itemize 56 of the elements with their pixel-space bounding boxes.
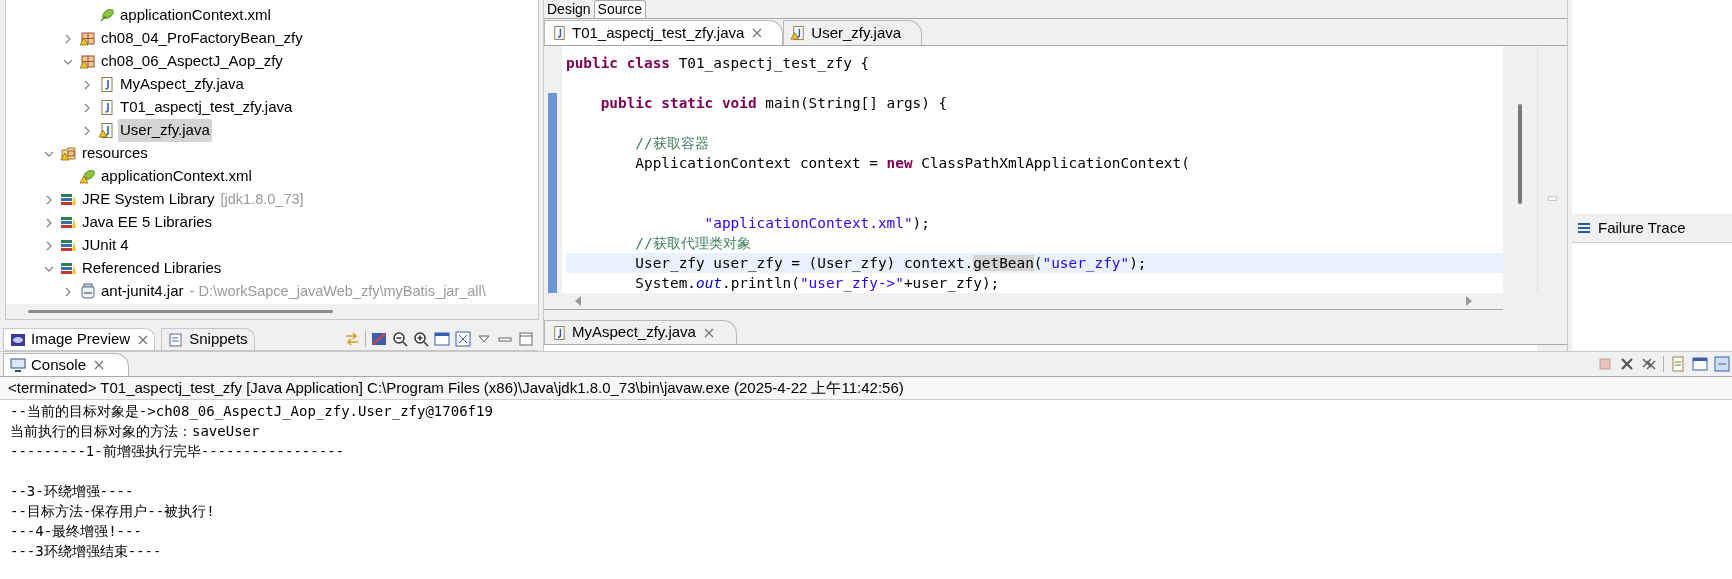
mode-tab[interactable]: Design xyxy=(544,1,594,18)
scroll-right-icon[interactable] xyxy=(1465,296,1473,306)
code-line: public class T01_aspectj_test_zfy { xyxy=(566,55,870,71)
console-output-line: --当前的目标对象是->ch08_06_AspectJ_Aop_zfy.User_zfy@1706f19 xyxy=(10,403,493,419)
close-tab-icon[interactable] xyxy=(752,28,763,38)
range-indicator xyxy=(548,273,557,293)
console-output-line: 当前执行的目标对象的方法：saveUser xyxy=(10,423,260,439)
console-output-line: ---4-最终增强!--- xyxy=(10,523,142,539)
list-icon xyxy=(1577,222,1591,234)
zoom-in-icon[interactable] xyxy=(413,331,429,347)
scrollbar-thumb[interactable] xyxy=(28,310,333,313)
maximize-icon[interactable] xyxy=(518,331,534,347)
tree-item[interactable]: User_zfy.java xyxy=(118,119,212,142)
scrollbar-thumb[interactable] xyxy=(1518,104,1522,204)
code-line: //获取代理类对象 xyxy=(634,235,751,251)
code-line: System.out.println("user_zfy->"+user_zfy); xyxy=(634,275,1000,291)
console-tab[interactable]: Console xyxy=(3,353,130,376)
swap-arrows-icon[interactable] xyxy=(344,331,360,347)
code-line: public static void main(String[] args) { xyxy=(599,95,948,111)
editor-tab[interactable]: MyAspect_zfy.java xyxy=(544,320,737,344)
ruler-marker[interactable] xyxy=(1548,196,1557,201)
document-icon[interactable] xyxy=(1670,356,1686,372)
remove-icon[interactable] xyxy=(1619,356,1635,372)
console-status: <terminated> T01_aspectj_test_zfy [Java Application] C:\Program Files (x86)\Java\jdk1.8.0_73\bin\javaw.exe (2025-4-22 上午11:42:56) xyxy=(8,377,904,398)
zoom-out-icon[interactable] xyxy=(392,331,408,347)
console-output-line: --3-环绕增强---- xyxy=(10,483,134,499)
snippets-icon xyxy=(168,332,185,347)
close-tab-icon[interactable] xyxy=(703,327,714,338)
actual-size-icon[interactable] xyxy=(434,331,450,347)
mode-tab[interactable]: Source xyxy=(593,0,646,18)
console-output-line: ---------1-前增强执行完毕----------------- xyxy=(10,443,344,459)
vertical-scrollbar[interactable] xyxy=(1503,46,1537,293)
tree-item-detail: [jdk1.8.0_73] xyxy=(220,189,304,209)
window-icon[interactable] xyxy=(1692,356,1708,372)
close-tab-icon[interactable] xyxy=(138,334,149,345)
range-indicator xyxy=(548,93,557,113)
panel-title: Failure Trace xyxy=(1598,217,1686,238)
code-line: "applicationContext.xml"); xyxy=(703,215,930,231)
java-file-icon xyxy=(551,324,567,341)
remove-all-icon[interactable] xyxy=(1641,356,1657,372)
image-icon xyxy=(10,332,26,347)
view-tab[interactable]: Image Preview xyxy=(3,328,156,350)
editor-tab[interactable]: T01_aspectj_test_zfy.java xyxy=(544,20,784,45)
fit-icon[interactable] xyxy=(455,331,471,347)
console-icon xyxy=(10,358,26,372)
image-icon[interactable] xyxy=(371,331,387,347)
code-line: ApplicationContext context = new ClassPathXmlApplicationContext( xyxy=(634,155,1190,171)
scroll-left-icon[interactable] xyxy=(574,296,582,306)
code-line: //获取容器 xyxy=(634,135,709,151)
close-tab-icon[interactable] xyxy=(94,360,105,370)
console-output-line: --目标方法-保存用户--被执行! xyxy=(10,503,215,519)
console-output-line: ---3环绕增强结束---- xyxy=(10,543,162,559)
tree-item-detail: - D:\workSapce_javaWeb_zfy\myBatis_jar_all\ xyxy=(189,281,486,301)
editor-tab[interactable]: User_zfy.java xyxy=(783,20,923,45)
view-tab[interactable]: Snippets xyxy=(161,328,255,350)
code-line: User_zfy user_zfy = (User_zfy) context.getBean("user_zfy"); xyxy=(634,255,1147,271)
